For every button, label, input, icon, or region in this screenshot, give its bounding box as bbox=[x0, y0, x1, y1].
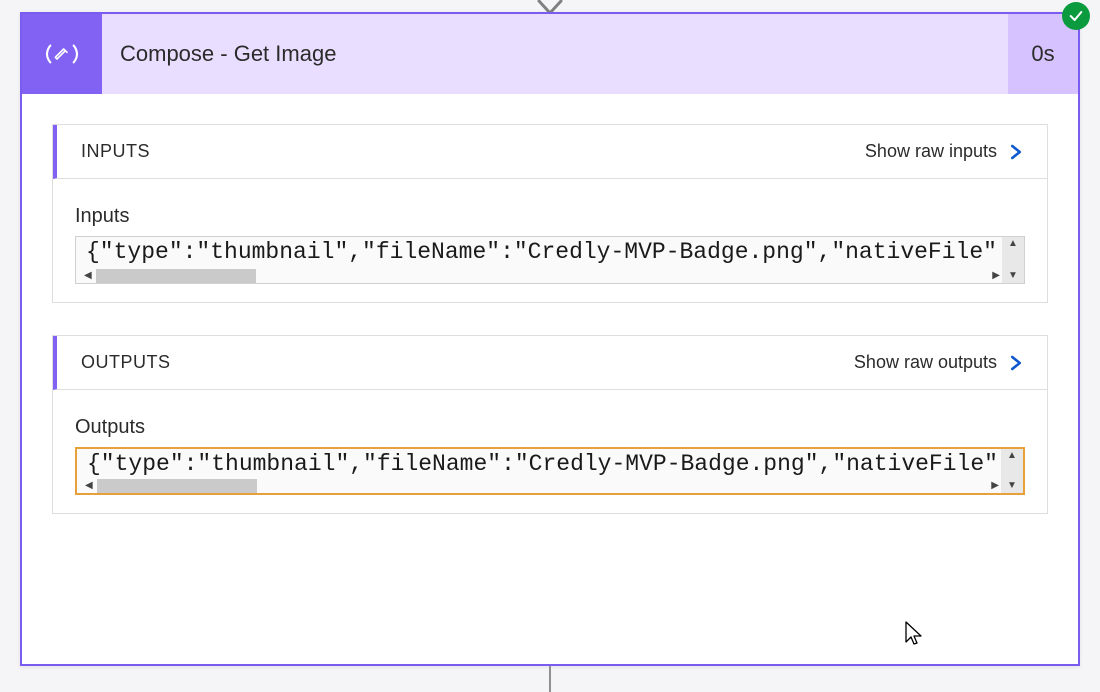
inputs-section: INPUTS Show raw inputs Inputs {"type":"t… bbox=[52, 124, 1048, 303]
scroll-track[interactable] bbox=[97, 479, 988, 493]
scroll-down-icon[interactable]: ▼ bbox=[1008, 271, 1018, 281]
inputs-value-text: {"type":"thumbnail","fileName":"Credly-M… bbox=[76, 237, 1024, 265]
outputs-field-label: Outputs bbox=[75, 416, 1025, 439]
scroll-thumb[interactable] bbox=[97, 479, 257, 493]
outputs-value-box[interactable]: {"type":"thumbnail","fileName":"Credly-M… bbox=[75, 447, 1025, 495]
scroll-left-icon[interactable]: ◀ bbox=[84, 271, 92, 281]
compose-icon bbox=[22, 14, 102, 94]
show-raw-outputs-link[interactable]: Show raw outputs bbox=[854, 352, 1025, 373]
step-header[interactable]: Compose - Get Image 0s bbox=[22, 14, 1078, 94]
outputs-section-header: OUTPUTS Show raw outputs bbox=[53, 336, 1047, 390]
show-raw-inputs-link[interactable]: Show raw inputs bbox=[865, 141, 1025, 162]
show-raw-outputs-label: Show raw outputs bbox=[854, 352, 997, 373]
step-title: Compose - Get Image bbox=[102, 14, 1008, 94]
scroll-right-icon[interactable]: ▶ bbox=[991, 481, 999, 491]
chevron-right-icon bbox=[1007, 143, 1025, 161]
compose-step-card: Compose - Get Image 0s INPUTS Show raw i… bbox=[20, 12, 1080, 666]
outputs-value-text: {"type":"thumbnail","fileName":"Credly-M… bbox=[77, 449, 1023, 477]
scroll-up-icon[interactable]: ▲ bbox=[1008, 239, 1018, 249]
inputs-header-label: INPUTS bbox=[81, 141, 865, 162]
outputs-horizontal-scrollbar[interactable]: ◀ ▶ bbox=[85, 479, 999, 493]
inputs-field-label: Inputs bbox=[75, 205, 1025, 228]
outputs-section-body: Outputs {"type":"thumbnail","fileName":"… bbox=[53, 390, 1047, 513]
outputs-vertical-scrollbar[interactable]: ▲ ▼ bbox=[1001, 449, 1023, 493]
inputs-value-box[interactable]: {"type":"thumbnail","fileName":"Credly-M… bbox=[75, 236, 1025, 284]
inputs-section-body: Inputs {"type":"thumbnail","fileName":"C… bbox=[53, 179, 1047, 302]
outputs-section: OUTPUTS Show raw outputs Outputs {"type"… bbox=[52, 335, 1048, 514]
inputs-section-header: INPUTS Show raw inputs bbox=[53, 125, 1047, 179]
scroll-thumb[interactable] bbox=[96, 269, 256, 283]
step-body: INPUTS Show raw inputs Inputs {"type":"t… bbox=[22, 94, 1078, 566]
scroll-left-icon[interactable]: ◀ bbox=[85, 481, 93, 491]
scroll-up-icon[interactable]: ▲ bbox=[1007, 451, 1017, 461]
scroll-down-icon[interactable]: ▼ bbox=[1007, 481, 1017, 491]
inputs-horizontal-scrollbar[interactable]: ◀ ▶ bbox=[84, 269, 1000, 283]
scroll-track[interactable] bbox=[96, 269, 989, 283]
flow-connector-line bbox=[549, 666, 551, 692]
inputs-vertical-scrollbar[interactable]: ▲ ▼ bbox=[1002, 237, 1024, 283]
scroll-right-icon[interactable]: ▶ bbox=[992, 271, 1000, 281]
mouse-cursor-icon bbox=[904, 620, 924, 648]
status-success-badge bbox=[1062, 2, 1090, 30]
checkmark-icon bbox=[1068, 8, 1084, 24]
show-raw-inputs-label: Show raw inputs bbox=[865, 141, 997, 162]
outputs-header-label: OUTPUTS bbox=[81, 352, 854, 373]
chevron-right-icon bbox=[1007, 354, 1025, 372]
